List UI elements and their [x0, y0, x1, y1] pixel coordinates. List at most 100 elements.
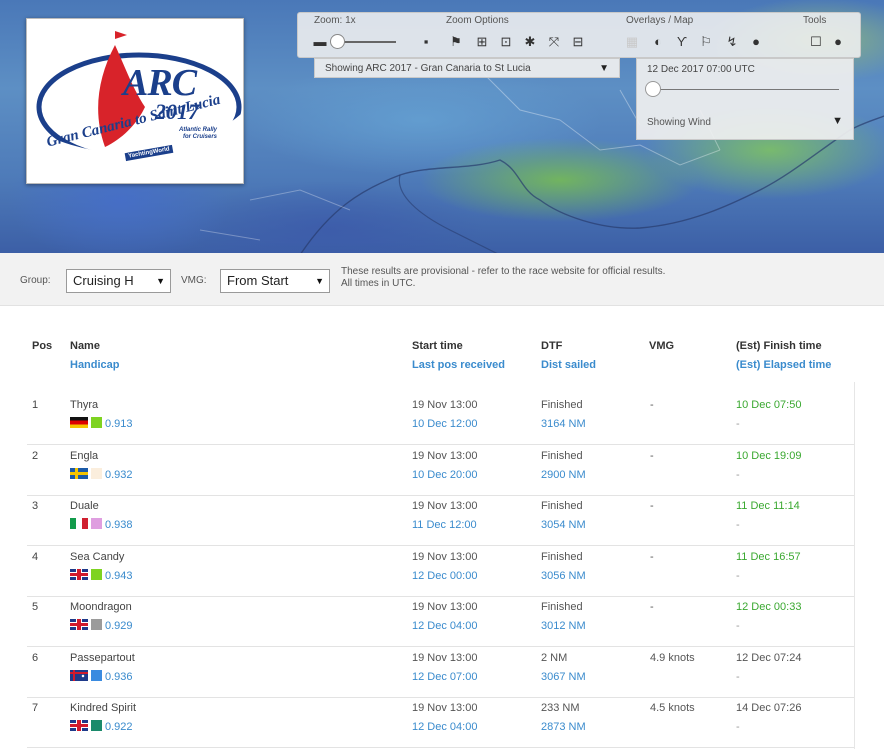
- last-pos-received: 12 Dec 04:00: [412, 620, 478, 632]
- column-header-vmg[interactable]: VMG: [649, 337, 674, 356]
- zoom-slider-handle[interactable]: [330, 34, 345, 49]
- flag-icon: [70, 417, 88, 428]
- column-header-pos[interactable]: Pos: [32, 337, 52, 356]
- route-icon[interactable]: ↯: [724, 34, 740, 50]
- boat-name[interactable]: Moondragon: [70, 598, 132, 617]
- zoom-slider-track[interactable]: [336, 41, 396, 43]
- column-header-name[interactable]: Name Handicap: [70, 337, 120, 375]
- day-night-icon[interactable]: ◐: [650, 34, 666, 50]
- header-elapsed: (Est) Elapsed time: [736, 359, 832, 371]
- zoom-fit-icon[interactable]: ⊟: [570, 34, 586, 50]
- table-row[interactable]: 7 Kindred Spirit 0.922 19 Nov 13:00 12 Dec 0…: [27, 696, 854, 748]
- fullscreen-icon[interactable]: ⤧: [546, 34, 562, 50]
- group-select[interactable]: Cruising H ▼: [66, 269, 171, 293]
- header-finish: (Est) Finish time: [736, 340, 822, 352]
- boat-name[interactable]: Kindred Spirit: [70, 699, 136, 718]
- finish-time: 12 Dec 07:24: [736, 651, 802, 664]
- table-row[interactable]: 6 Passepartout 0.936 19 Nov 13:00 12 Dec 07:…: [27, 646, 854, 698]
- start-time: 19 Nov 13:00: [412, 651, 478, 664]
- tool-box-icon[interactable]: ☐: [808, 34, 824, 50]
- flag-icon: [70, 467, 88, 479]
- time-slider-track[interactable]: [655, 89, 839, 90]
- globe-icon[interactable]: ●: [748, 34, 764, 50]
- event-logo: ARC 2017 Atlantic Rally for Cruisers Yac…: [26, 18, 244, 184]
- boat-color-swatch: [91, 417, 102, 428]
- handicap-cell: 0.938: [70, 516, 133, 535]
- zoom-plus-icon[interactable]: ⊞: [474, 34, 490, 50]
- boat-name[interactable]: Passepartout: [70, 649, 135, 668]
- header-name: Name: [70, 340, 100, 352]
- zoom-to-fleet-icon[interactable]: ⚑: [448, 34, 464, 50]
- start-time: 19 Nov 13:00: [412, 550, 478, 563]
- distance-to-finish: Finished: [541, 601, 583, 613]
- chevron-down-icon: ▼: [315, 276, 324, 286]
- boat-name[interactable]: Thyra: [70, 396, 98, 415]
- provisional-notice: These results are provisional - refer to…: [341, 266, 841, 290]
- handicap-cell: 0.929: [70, 617, 133, 636]
- position: 3: [32, 500, 39, 512]
- finish-time: 10 Dec 07:50: [736, 399, 802, 411]
- column-header-finish[interactable]: (Est) Finish time (Est) Elapsed time: [736, 337, 831, 375]
- header-dist-sailed: Dist sailed: [541, 359, 597, 371]
- grid-overlay-icon[interactable]: ▦: [624, 34, 640, 50]
- help-icon[interactable]: ●: [830, 34, 846, 50]
- zoom-label: Zoom: 1x: [314, 15, 356, 26]
- header-last-pos: Last pos received: [412, 359, 505, 371]
- vmg-value: 4.9 knots: [650, 651, 695, 664]
- vmg-label: VMG:: [181, 275, 207, 286]
- table-row[interactable]: 3 Duale 0.938 19 Nov 13:00 11 Dec 12:00 Finis…: [27, 494, 854, 546]
- boat-color-swatch: [91, 518, 102, 529]
- table-row[interactable]: 5 Moondragon 0.929 19 Nov 13:00 12 Dec 04:00…: [27, 595, 854, 647]
- vmg-select[interactable]: From Start ▼: [220, 269, 330, 293]
- waypoint-icon[interactable]: Ƴ: [674, 34, 690, 50]
- start-time: 19 Nov 13:00: [412, 601, 478, 613]
- flag-icon: [70, 619, 88, 630]
- elapsed-time: -: [736, 620, 740, 632]
- table-row[interactable]: 1 Thyra 0.913 19 Nov 13:00 10 Dec 12:00 Finis…: [27, 393, 854, 445]
- boat-name[interactable]: Duale: [70, 497, 99, 516]
- time-slider-handle[interactable]: [645, 81, 661, 97]
- handicap-cell: 0.943: [70, 567, 133, 586]
- race-selector[interactable]: Showing ARC 2017 - Gran Canaria to St Lu…: [314, 58, 620, 78]
- distance-sailed: 2900 NM: [541, 468, 586, 481]
- handicap-cell: 0.936: [70, 668, 133, 687]
- vmg-value: 4.5 knots: [650, 702, 695, 714]
- overlay-layer-select[interactable]: Showing Wind: [647, 117, 711, 128]
- chevron-down-icon[interactable]: ▼: [832, 115, 843, 127]
- boat-name[interactable]: Sea Candy: [70, 548, 124, 567]
- boat-name[interactable]: Engla: [70, 447, 98, 466]
- handicap-cell: 0.932: [70, 466, 133, 485]
- header-handicap: Handicap: [70, 359, 120, 371]
- table-row[interactable]: 2 Engla 0.932 19 Nov 13:00 10 Dec 20:00 Finis…: [27, 444, 854, 496]
- logo-subtitle: Atlantic Rally for Cruisers: [178, 127, 217, 140]
- zoom-select-icon[interactable]: ⊡: [498, 34, 514, 50]
- distance-sailed: 3054 NM: [541, 519, 586, 531]
- position: 4: [32, 550, 39, 563]
- column-header-dtf[interactable]: DTF Dist sailed: [541, 337, 596, 375]
- flag-icon: [70, 669, 88, 681]
- column-header-start[interactable]: Start time Last pos received: [412, 337, 505, 375]
- wind-map[interactable]: ARC 2017 Atlantic Rally for Cruisers Yac…: [0, 0, 884, 253]
- results-table: Pos Name Handicap Start time Last pos re…: [0, 306, 884, 749]
- zoom-out-button[interactable]: ▬: [312, 34, 328, 50]
- zoom-in-button[interactable]: ▪: [418, 34, 434, 50]
- distance-to-finish: Finished: [541, 449, 583, 462]
- finish-time: 10 Dec 19:09: [736, 449, 802, 462]
- header-vmg: VMG: [649, 340, 675, 352]
- elapsed-time: -: [736, 418, 740, 430]
- boat-color-swatch: [91, 619, 102, 630]
- vmg-value: -: [650, 601, 654, 613]
- zoom-paw-icon[interactable]: ✱: [522, 34, 538, 50]
- overlays-label: Overlays / Map: [626, 15, 694, 26]
- group-select-value: Cruising H: [73, 273, 134, 288]
- position: 6: [32, 651, 39, 664]
- boat-color-swatch: [91, 720, 102, 731]
- flag-icon[interactable]: ⚐: [698, 34, 714, 50]
- elapsed-time: -: [736, 519, 740, 531]
- header-start: Start time: [412, 340, 463, 352]
- vmg-select-value: From Start: [227, 273, 289, 288]
- zoom-options-label: Zoom Options: [446, 15, 509, 26]
- group-label: Group:: [20, 275, 51, 286]
- handicap-value: 0.913: [105, 418, 133, 430]
- table-row[interactable]: 4 Sea Candy 0.943 19 Nov 13:00 12 Dec 00:00 F…: [27, 545, 854, 597]
